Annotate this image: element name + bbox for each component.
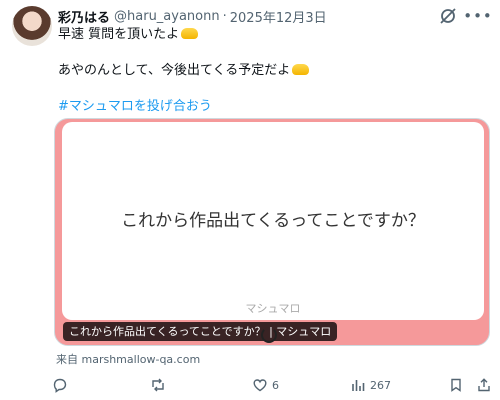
card-brand-text: マシュマロ [245,302,301,315]
heart-icon [253,379,267,392]
reply-button[interactable] [52,375,72,395]
card-question-text: これから作品出てくるってことですか？ [121,211,425,231]
bookmark-button[interactable] [448,375,464,395]
post-header: 彩乃はる @haru_ayanonn · 2025年12月3日 ••• [58,6,492,26]
grok-icon[interactable] [438,6,458,26]
like-count: 6 [272,378,279,392]
loading-cursor-icon [261,327,277,343]
bookmark-icon [451,378,461,392]
display-name[interactable]: 彩乃はる [58,7,110,26]
user-handle[interactable]: @haru_ayanonn [114,9,220,24]
emoji-icon [181,28,199,39]
link-card[interactable]: これから作品出てくるってことですか？ マシュマロ これから作品出てくるってことで… [54,118,490,346]
reply-icon [53,378,67,393]
emoji-icon [292,64,310,75]
avatar[interactable] [12,6,52,46]
post-text-line-2: あやのんとして、今後出てくる予定だよ [58,62,310,80]
card-source-link[interactable]: 来自 marshmallow-qa.com [56,351,200,367]
share-icon [478,378,490,392]
card-image: これから作品出てくるってことですか？ マシュマロ [62,122,484,320]
hashtag-link[interactable]: #マシュマロを投げ合おう [58,98,212,116]
repost-icon [152,378,164,392]
post-date[interactable]: 2025年12月3日 [230,7,327,26]
action-bar: 6 267 [52,375,492,395]
views-icon [352,380,365,391]
card-title-caption[interactable]: これから作品出てくるってことですか？ | マシュマロ [63,322,338,341]
more-options-icon[interactable]: ••• [463,6,492,26]
views-button[interactable]: 267 [350,375,391,395]
like-button[interactable]: 6 [252,375,279,395]
separator-dot: · [222,8,227,24]
views-count: 267 [370,378,391,392]
post-text-line-1: 早速 質問を頂いたよ [58,26,199,44]
share-button[interactable] [476,375,492,395]
repost-button[interactable] [150,375,170,395]
